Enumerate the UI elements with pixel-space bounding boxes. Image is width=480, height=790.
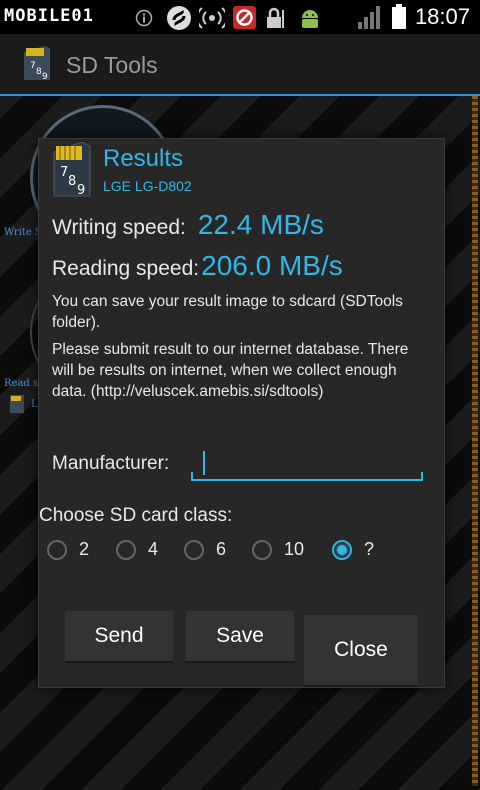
radio-label: 10: [284, 539, 305, 559]
status-bar: MOBILE01 18:07: [0, 0, 480, 34]
radio-circle-checked: [332, 539, 352, 560]
status-clock: 18:07: [414, 4, 470, 29]
writing-speed-row: Writing speed: 22.4 MB/s: [52, 209, 324, 241]
radio-class-6[interactable]: 6: [184, 539, 226, 560]
small-app-icon: [10, 395, 24, 413]
svg-text:9: 9: [77, 183, 85, 198]
write-speed-label: Write S: [4, 227, 42, 238]
action-bar: 7 8 9 SD Tools: [0, 34, 480, 96]
app-logo-icon: 7 8 9: [24, 46, 50, 82]
radio-class-4[interactable]: 4: [116, 539, 158, 560]
svg-text:7: 7: [30, 61, 36, 71]
radio-label: ?: [364, 539, 375, 559]
reading-speed-row: Reading speed: 206.0 MB/s: [52, 250, 343, 282]
radio-circle: [252, 539, 272, 560]
writing-speed-label: Writing speed:: [52, 216, 186, 239]
radio-class-unknown[interactable]: ?: [332, 539, 374, 560]
signal-icon: [358, 6, 380, 29]
block-icon: [233, 6, 256, 29]
battery-icon: [392, 4, 406, 29]
radio-circle: [116, 539, 136, 560]
results-dialog: 7 8 9 Results LGE LG-D802 Writing speed:…: [38, 138, 445, 688]
save-button[interactable]: Save: [186, 611, 294, 663]
radio-label: 4: [148, 539, 159, 559]
scrollbar[interactable]: [472, 96, 478, 786]
reading-speed-value: 206.0 MB/s: [201, 250, 343, 281]
text-cursor: [203, 451, 205, 475]
radio-label: 2: [79, 539, 90, 559]
svg-text:9: 9: [42, 72, 48, 82]
sd-class-label: Choose SD card class:: [39, 505, 233, 526]
watermark-text: MOBILE01: [4, 6, 94, 26]
sync-icon: [167, 6, 191, 30]
device-name: LGE LG-D802: [103, 178, 192, 194]
radio-label: 6: [216, 539, 227, 559]
svg-text:8: 8: [68, 174, 76, 189]
radio-class-2[interactable]: 2: [47, 539, 89, 560]
sd-card-icon: 7 8 9: [53, 142, 91, 198]
radio-circle: [47, 539, 67, 560]
radio-circle: [184, 539, 204, 560]
lock-icon: [267, 7, 284, 28]
send-button[interactable]: Send: [65, 611, 173, 663]
submit-info-text: Please submit result to our internet dat…: [52, 341, 409, 400]
info-icon: [135, 9, 153, 27]
writing-speed-value: 22.4 MB/s: [197, 209, 324, 240]
app-title: SD Tools: [66, 52, 158, 78]
reading-speed-label: Reading speed:: [52, 257, 200, 280]
radio-class-10[interactable]: 10: [252, 539, 304, 560]
close-button[interactable]: Close: [304, 615, 418, 687]
save-info-text: You can save your result image to sdcard…: [52, 293, 403, 331]
dialog-title: Results: [103, 145, 184, 172]
device-label-fragment: L: [31, 399, 38, 410]
manufacturer-input[interactable]: [191, 447, 423, 481]
android-debug-icon: [302, 10, 318, 28]
wifi-hotspot-icon: [199, 7, 225, 29]
manufacturer-label: Manufacturer:: [52, 453, 170, 474]
